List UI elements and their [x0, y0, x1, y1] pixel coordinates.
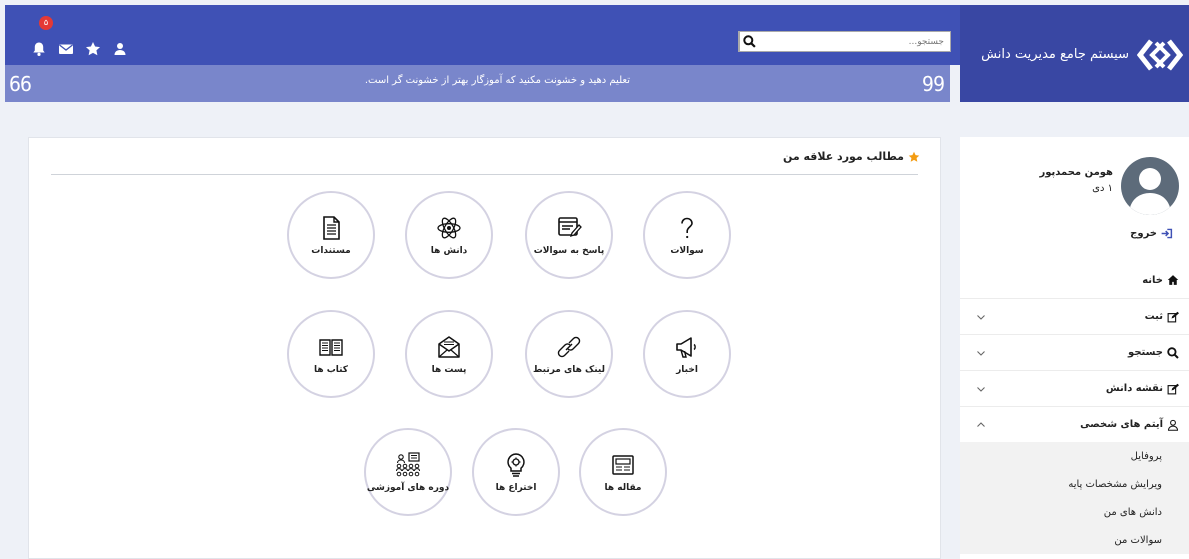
favorites-panel: مطالب مورد علاقه من سوالات پاسخ به سوالا… — [28, 137, 941, 559]
book-icon — [319, 339, 343, 356]
sidebar-item-label: نقشه دانش — [1105, 383, 1163, 394]
tile-training-courses[interactable]: دوره های آموزشی — [364, 428, 452, 516]
atom-icon — [437, 217, 461, 239]
chevron-up-icon[interactable] — [976, 420, 986, 430]
tile-label: مقاله ها — [604, 483, 642, 493]
search-icon — [1167, 346, 1179, 359]
personal-items-submenu: پروفایل ویرایش مشخصات پایه دانش های من س… — [960, 442, 1189, 554]
tile-related-links[interactable]: لینک های مرتبط — [525, 310, 613, 398]
notification-badge: ۵ — [39, 16, 53, 30]
search-box — [738, 31, 951, 52]
quote-bar: 66 تعلیم دهید و خشونت مکنید که آموزگار ب… — [5, 65, 950, 102]
sidebar-menu: خانه ثبت جستجو نقشه دانش آیتم های شخصی پ… — [960, 262, 1189, 554]
question-icon — [681, 217, 693, 239]
sidebar-item-knowledge-map[interactable]: نقشه دانش — [960, 370, 1189, 406]
sidebar-item-home[interactable]: خانه — [960, 262, 1189, 298]
tile-label: پست ها — [431, 365, 467, 375]
sidebar-item-label: آیتم های شخصی — [1080, 419, 1163, 430]
submenu-item-profile[interactable]: پروفایل — [960, 442, 1189, 470]
user-icon[interactable] — [112, 41, 128, 57]
tile-label: پاسخ به سوالات — [533, 246, 605, 256]
document-icon — [323, 216, 340, 240]
sidebar-item-label: جستجو — [1128, 347, 1163, 358]
chevron-down-icon[interactable] — [976, 312, 986, 322]
envelope-icon[interactable] — [58, 41, 74, 57]
tile-label: سوالات — [670, 246, 704, 256]
user-avatar-icon — [1129, 168, 1171, 215]
logout-label: خروج — [1130, 228, 1157, 239]
avatar[interactable] — [1121, 157, 1179, 215]
sidebar: هومن محمدپور ۱ دی خروج خانه ثبت جستجو نق… — [960, 137, 1189, 559]
tile-label: لینک های مرتبط — [533, 365, 605, 375]
sidebar-item-register[interactable]: ثبت — [960, 298, 1189, 334]
submenu-item-my-knowledge[interactable]: دانش های من — [960, 498, 1189, 526]
favorites-header: مطالب مورد علاقه من — [783, 150, 920, 163]
tile-inventions[interactable]: اختراع ها — [472, 428, 560, 516]
user-outline-icon — [1167, 419, 1179, 431]
tile-documents[interactable]: مستندات — [287, 191, 375, 279]
edit-icon — [1167, 383, 1179, 394]
edit-icon — [1167, 311, 1179, 322]
header-icon-group — [31, 41, 128, 57]
tile-questions[interactable]: سوالات — [643, 191, 731, 279]
megaphone-icon — [676, 337, 696, 358]
tile-articles[interactable]: مقاله ها — [579, 428, 667, 516]
favorites-title: مطالب مورد علاقه من — [782, 150, 904, 163]
tile-label: دوره های آموزشی — [366, 483, 450, 493]
tile-posts[interactable]: پست ها — [405, 310, 493, 398]
logo-icon — [1137, 39, 1183, 71]
search-button[interactable] — [739, 32, 759, 51]
tile-knowledge[interactable]: دانش ها — [405, 191, 493, 279]
bell-icon[interactable] — [31, 41, 47, 57]
training-group-icon — [396, 452, 420, 477]
logout-link[interactable]: خروج — [1130, 227, 1173, 240]
logout-icon — [1161, 228, 1173, 239]
quote-close-mark: 99 — [921, 72, 945, 96]
tile-label: اختراع ها — [495, 483, 537, 493]
sidebar-item-personal-items[interactable]: آیتم های شخصی — [960, 406, 1189, 442]
tile-news[interactable]: اخبار — [643, 310, 731, 398]
sidebar-item-search[interactable]: جستجو — [960, 334, 1189, 370]
submenu-item-my-questions[interactable]: سوالات من — [960, 526, 1189, 554]
tile-answers[interactable]: پاسخ به سوالات — [525, 191, 613, 279]
lightbulb-icon — [507, 453, 525, 477]
sidebar-item-label: ثبت — [1144, 311, 1163, 322]
tile-label: دانش ها — [430, 246, 468, 256]
submenu-item-edit-basic-info[interactable]: ویرایش مشخصات پایه — [960, 470, 1189, 498]
top-header: ۵ — [5, 5, 960, 65]
divider — [51, 174, 918, 175]
tile-label: مستندات — [311, 246, 351, 256]
home-icon — [1167, 275, 1179, 285]
link-icon — [557, 336, 581, 358]
user-date: ۱ دی — [1092, 183, 1113, 194]
star-icon — [908, 151, 920, 162]
tile-label: اخبار — [676, 365, 698, 375]
search-icon — [743, 35, 756, 48]
chevron-down-icon[interactable] — [976, 384, 986, 394]
answer-window-icon — [558, 217, 582, 238]
chevron-down-icon[interactable] — [976, 348, 986, 358]
tile-label: کتاب ها — [313, 365, 349, 375]
newspaper-icon — [612, 455, 634, 475]
search-input[interactable] — [759, 32, 950, 51]
brand-area[interactable]: سیستم جامع مدیریت دانش — [960, 5, 1189, 102]
brand-title: سیستم جامع مدیریت دانش — [981, 47, 1129, 62]
envelope-icon — [438, 336, 460, 358]
tile-books[interactable]: کتاب ها — [287, 310, 375, 398]
sidebar-item-label: خانه — [1142, 274, 1163, 286]
star-icon[interactable] — [85, 41, 101, 57]
quote-text: تعلیم دهید و خشونت مکنید که آموزگار بهتر… — [364, 75, 630, 86]
user-name: هومن محمدپور — [1039, 167, 1113, 178]
